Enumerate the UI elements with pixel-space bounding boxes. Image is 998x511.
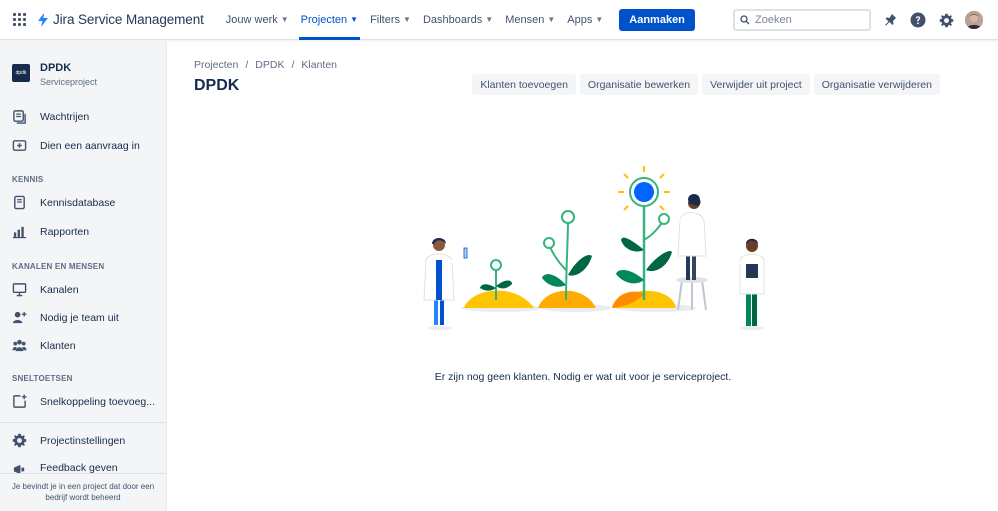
sidebar-item-label: Kanalen <box>40 283 79 296</box>
nav-item-label: Projecten <box>300 13 348 26</box>
remove-from-project-button[interactable]: Verwijder uit project <box>702 74 810 95</box>
sidebar-item-wachtrijen[interactable]: Wachtrijen <box>12 109 162 124</box>
chevron-down-icon: ▼ <box>485 15 494 24</box>
user-avatar-image <box>965 11 983 29</box>
jira-logo-icon <box>38 12 48 27</box>
nav-item-mensen[interactable]: Mensen ▼ <box>499 0 561 40</box>
nav-item-projecten[interactable]: Projecten ▼ <box>295 0 364 40</box>
sidebar-item-projectinstellingen[interactable]: Projectinstellingen <box>12 433 162 448</box>
project-sidebar: dpdk DPDK Serviceproject Wachtrijen Dien… <box>0 40 167 511</box>
nav-item-label: Dashboards <box>422 13 483 26</box>
search-icon <box>740 15 750 25</box>
nav-item-dashboards[interactable]: Dashboards ▼ <box>417 0 499 40</box>
search-input[interactable] <box>755 14 865 26</box>
sidebar-item-label: Klanten <box>40 339 76 352</box>
sidebar-item-kanalen[interactable]: Kanalen <box>12 282 162 297</box>
breadcrumb-item-dpdk[interactable]: DPDK <box>255 59 284 71</box>
add-customers-button[interactable]: Klanten toevoegen <box>472 74 576 95</box>
breadcrumb-separator: / <box>245 59 249 71</box>
nav-item-label: Jouw werk <box>225 13 278 26</box>
settings-button[interactable] <box>937 11 955 29</box>
page-title: DPDK <box>194 77 240 94</box>
page-actions: Klanten toevoegen Organisatie bewerken V… <box>468 74 940 95</box>
chevron-down-icon: ▼ <box>547 15 556 24</box>
chevron-down-icon: ▼ <box>280 15 289 24</box>
nav-item-label: Mensen <box>505 13 545 26</box>
sidebar-item-label: Nodig je team uit <box>40 311 119 324</box>
empty-state-message: Er zijn nog geen klanten. Nodig er wat u… <box>434 371 732 383</box>
sidebar-item-label: Dien een aanvraag in <box>40 139 140 152</box>
settings-icon <box>12 433 27 448</box>
help-icon <box>910 12 926 28</box>
breadcrumb-item-klanten[interactable]: Klanten <box>301 59 337 71</box>
nav-item-jouw-werk[interactable]: Jouw werk ▼ <box>220 0 295 40</box>
sidebar-item-label: Projectinstellingen <box>40 434 126 447</box>
sidebar-item-snelkoppeling-toevoegen[interactable]: Snelkoppeling toevoeg... <box>12 394 162 409</box>
help-button[interactable] <box>909 11 927 29</box>
sidebar-item-nodig-team-uit[interactable]: Nodig je team uit <box>12 310 162 325</box>
breadcrumb-item-projecten[interactable]: Projecten <box>194 59 238 71</box>
settings-icon <box>939 13 953 27</box>
nav-right-group <box>733 0 983 40</box>
sidebar-item-rapporten[interactable]: Rapporten <box>12 224 162 239</box>
sidebar-item-label: Snelkoppeling toevoeg... <box>40 395 156 408</box>
chevron-down-icon: ▼ <box>403 15 411 24</box>
add-shortcut-icon <box>13 394 27 408</box>
product-name: Jira Service Management <box>53 12 204 27</box>
top-navigation: Jira Service Management Jouw werk ▼ Proje… <box>0 0 998 40</box>
create-button[interactable]: Aanmaken <box>619 8 695 31</box>
invite-team-icon <box>12 311 27 324</box>
nav-item-apps[interactable]: Apps ▼ <box>561 0 609 40</box>
chevron-down-icon: ▼ <box>595 15 604 24</box>
project-logo: dpdk <box>12 64 30 82</box>
nav-item-label: Filters <box>370 13 401 26</box>
breadcrumb: Projecten / DPDK / Klanten <box>194 59 337 71</box>
user-avatar[interactable] <box>965 11 983 29</box>
edit-organization-button[interactable]: Organisatie bewerken <box>579 74 699 95</box>
queues-icon <box>13 110 26 124</box>
project-type: Serviceproject <box>40 77 98 87</box>
nav-item-filters[interactable]: Filters ▼ <box>364 0 417 40</box>
reports-icon <box>12 226 27 239</box>
sidebar-item-label: Kennisdatabase <box>40 196 116 209</box>
app-switcher-icon[interactable] <box>13 12 27 27</box>
project-name: DPDK <box>40 62 72 74</box>
main-nav: Jouw werk ▼ Projecten ▼ Filters ▼ Dashboard… <box>220 0 609 40</box>
search-box[interactable] <box>733 9 871 31</box>
main-content: Projecten / DPDK / Klanten DPDK Klanten … <box>168 40 998 511</box>
sidebar-item-kennisdatabase[interactable]: Kennisdatabase <box>12 195 162 210</box>
raise-request-icon <box>12 140 27 151</box>
empty-state-illustration <box>423 166 765 330</box>
chevron-down-icon: ▼ <box>350 15 359 24</box>
sidebar-item-label: Wachtrijen <box>40 110 90 123</box>
sidebar-divider <box>0 422 166 423</box>
notifications-button[interactable] <box>881 11 899 29</box>
nav-item-label: Apps <box>567 13 593 26</box>
sidebar-footer-note: Je bevindt je in een project dat door ee… <box>0 473 166 511</box>
sidebar-section-kennis: KENNIS <box>12 175 44 184</box>
notifications-icon <box>885 14 896 26</box>
sidebar-section-sneltoetsen: SNELTOETSEN <box>12 374 73 383</box>
breadcrumb-separator: / <box>291 59 295 71</box>
knowledge-base-icon <box>14 195 25 210</box>
project-header[interactable]: dpdk DPDK Serviceproject <box>12 62 97 87</box>
product-home-link[interactable]: Jira Service Management <box>37 12 204 27</box>
sidebar-item-klanten[interactable]: Klanten <box>12 338 162 353</box>
customers-icon <box>12 339 27 352</box>
sidebar-item-dien-aanvraag-in[interactable]: Dien een aanvraag in <box>12 138 162 153</box>
sidebar-item-label: Rapporten <box>40 225 90 238</box>
channels-icon <box>12 283 27 297</box>
delete-organization-button[interactable]: Organisatie verwijderen <box>813 74 940 95</box>
sidebar-section-kanalen: KANALEN EN MENSEN <box>12 262 105 271</box>
